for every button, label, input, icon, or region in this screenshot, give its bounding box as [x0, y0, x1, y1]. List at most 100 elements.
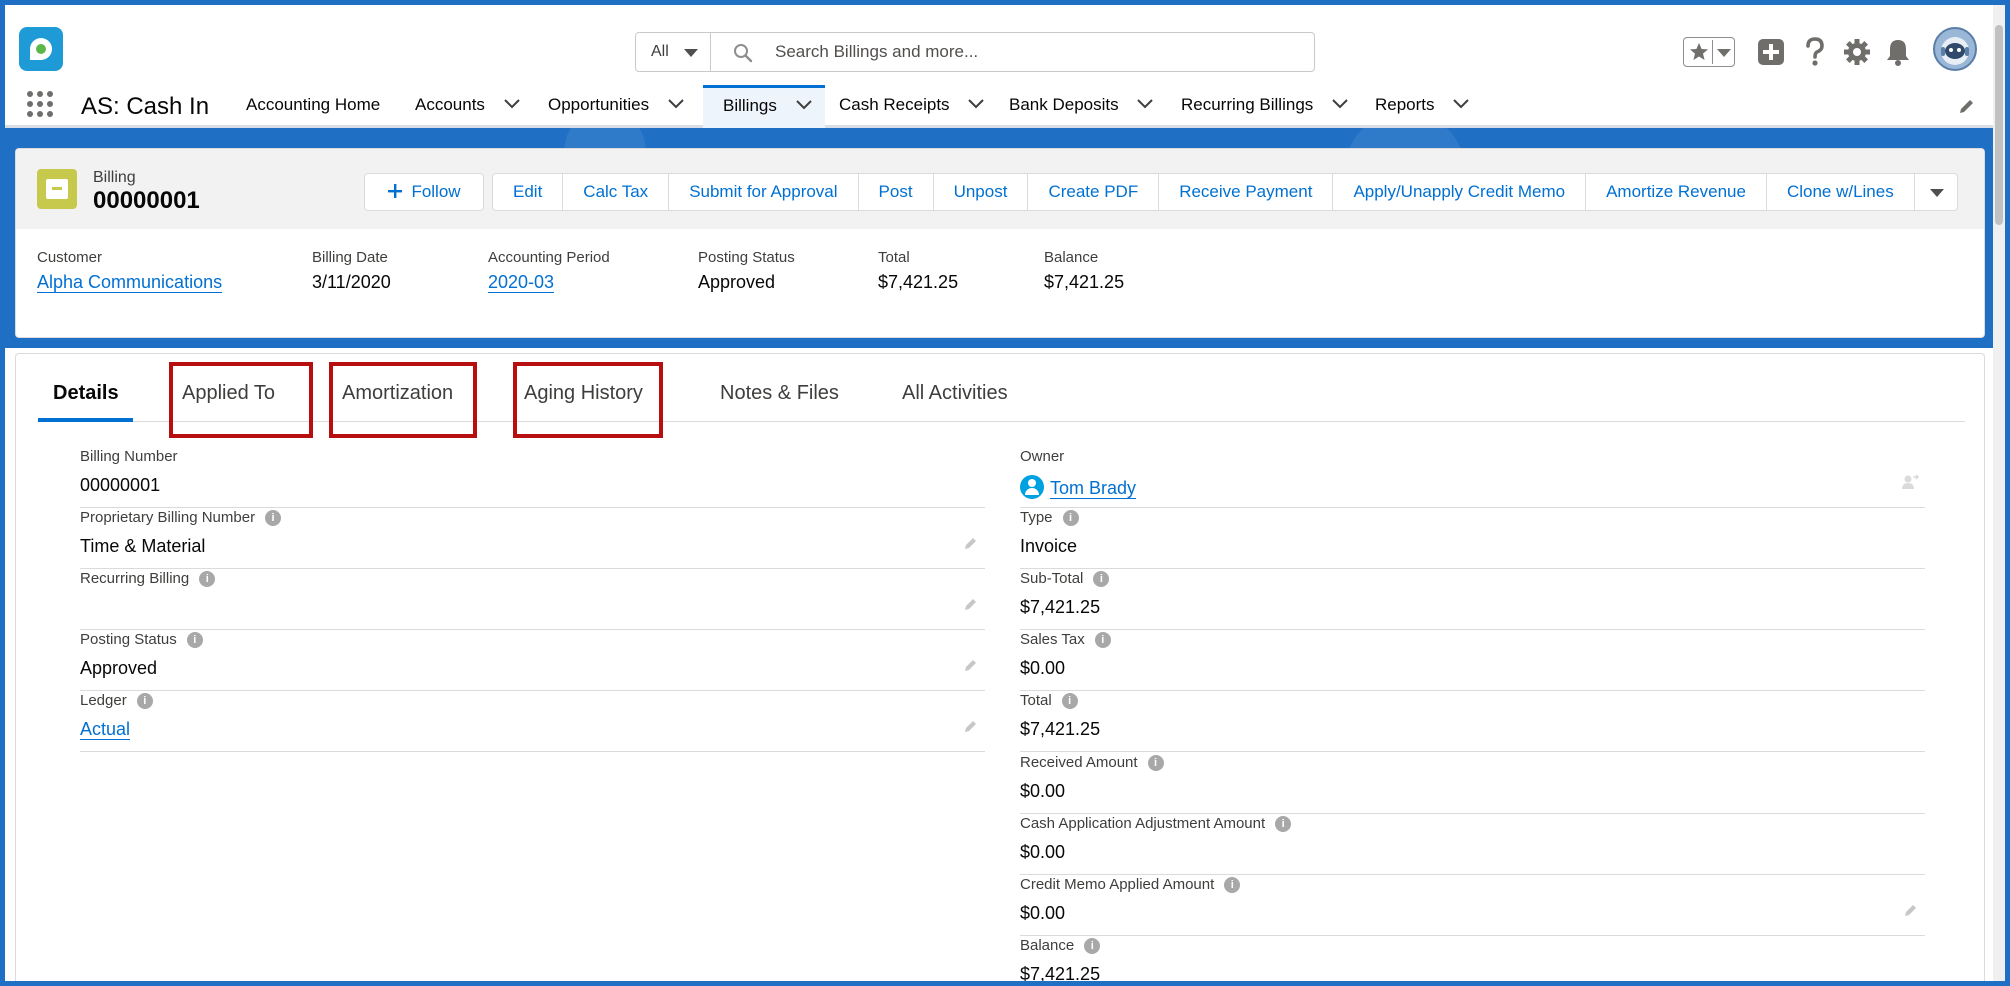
caret-down-icon[interactable] [1717, 49, 1731, 59]
chevron-down-icon[interactable] [668, 98, 684, 109]
highlight-label: Billing Date [312, 249, 388, 266]
help-icon[interactable] [1803, 37, 1827, 67]
receive-payment-button[interactable]: Receive Payment [1159, 174, 1334, 210]
create-pdf-button[interactable]: Create PDF [1028, 174, 1160, 210]
amortize-revenue-button[interactable]: Amortize Revenue [1586, 174, 1767, 210]
field-billing-number: Billing Number 00000001 [80, 448, 985, 508]
field-value: $7,421.25 [1020, 597, 1101, 617]
nav-item-label: Billings [723, 96, 777, 115]
highlight-balance: Balance $7,421.25 [1044, 249, 1124, 293]
favorites-button[interactable] [1683, 37, 1735, 67]
nav-item-accounting-home[interactable]: Accounting Home [246, 85, 380, 128]
user-icon [1020, 475, 1044, 499]
highlight-total: Total $7,421.25 [878, 249, 958, 293]
action-button-group: Edit Calc Tax Submit for Approval Post U… [492, 173, 1958, 211]
info-icon[interactable]: i [1062, 510, 1079, 526]
info-icon[interactable]: i [1061, 693, 1078, 709]
chevron-down-icon[interactable] [1137, 98, 1154, 109]
page-scrollbar[interactable] [1993, 5, 2005, 981]
app-launcher-icon[interactable] [27, 91, 57, 121]
user-avatar[interactable] [1933, 27, 1977, 71]
search-box[interactable] [710, 32, 1315, 72]
tab-details[interactable]: Details [53, 382, 119, 405]
nav-item-accounts[interactable]: Accounts [415, 85, 520, 128]
bell-icon[interactable] [1885, 38, 1911, 66]
record-header-top: Billing 00000001 Follow Edit Calc Tax Su… [16, 149, 1984, 229]
info-icon[interactable]: i [136, 693, 153, 709]
info-icon[interactable]: i [265, 510, 282, 526]
pencil-icon[interactable] [1903, 902, 1919, 918]
tab-notes-and-files[interactable]: Notes & Files [720, 382, 839, 405]
info-icon[interactable]: i [199, 571, 216, 587]
gear-icon[interactable] [1843, 38, 1871, 66]
pencil-icon[interactable] [963, 657, 979, 673]
customer-link[interactable]: Alpha Communications [37, 272, 223, 293]
nav-item-reports[interactable]: Reports [1375, 85, 1469, 128]
nav-item-cash-receipts[interactable]: Cash Receipts [839, 85, 985, 128]
info-icon[interactable]: i [1275, 816, 1292, 832]
app-window: All Search Billings and more... AS: Cash… [0, 0, 2010, 986]
field-proprietary-billing-number: Proprietary Billing Number i Time & Mater… [80, 509, 985, 569]
follow-button[interactable]: Follow [364, 173, 484, 211]
highlight-label: Posting Status [698, 249, 795, 266]
field-posting-status: Posting Status i Approved [80, 631, 985, 691]
submit-for-approval-button[interactable]: Submit for Approval [669, 174, 859, 210]
ledger-link[interactable]: Actual [80, 719, 131, 740]
edit-button[interactable]: Edit [493, 174, 564, 210]
highlight-box-applied-to [169, 362, 313, 438]
nav-item-billings[interactable]: Billings [703, 85, 825, 128]
nav-item-bank-deposits[interactable]: Bank Deposits [1009, 85, 1154, 128]
highlight-label: Balance [1044, 249, 1099, 266]
info-icon[interactable]: i [1094, 632, 1111, 648]
info-icon[interactable]: i [1093, 571, 1110, 587]
highlight-label: Total [878, 249, 910, 266]
highlight-value: $7,421.25 [1044, 272, 1125, 292]
search-scope-label: All [651, 43, 669, 60]
info-icon[interactable]: i [186, 632, 203, 648]
accounting-period-link[interactable]: 2020-03 [488, 272, 555, 293]
post-button[interactable]: Post [859, 174, 934, 210]
nav-item-recurring-billings[interactable]: Recurring Billings [1181, 85, 1348, 128]
app-logo-icon[interactable] [19, 27, 63, 71]
search-input[interactable] [775, 33, 1295, 71]
pencil-icon[interactable] [963, 596, 979, 612]
chevron-down-icon[interactable] [968, 98, 985, 109]
apply-unapply-credit-memo-button[interactable]: Apply/Unapply Credit Memo [1333, 174, 1587, 210]
chevron-down-icon[interactable] [795, 99, 812, 110]
chevron-down-icon[interactable] [503, 98, 520, 109]
nav-item-opportunities[interactable]: Opportunities [548, 85, 684, 128]
field-label: Posting Status [80, 631, 177, 648]
caret-down-icon [684, 49, 698, 57]
field-label: Type [1020, 509, 1053, 526]
field-ledger: Ledger i Actual [80, 692, 985, 752]
clone-with-lines-button[interactable]: Clone w/Lines [1767, 174, 1915, 210]
info-icon[interactable]: i [1224, 877, 1241, 893]
field-value: $0.00 [1020, 658, 1066, 678]
info-icon[interactable]: i [1084, 938, 1101, 954]
calc-tax-button[interactable]: Calc Tax [563, 174, 670, 210]
owner-link[interactable]: Tom Brady [1050, 478, 1137, 499]
unpost-button[interactable]: Unpost [934, 174, 1029, 210]
app-name: AS: Cash In [81, 93, 210, 120]
add-icon[interactable] [1757, 38, 1785, 66]
highlight-value: Approved [698, 272, 776, 292]
info-icon[interactable]: i [1147, 755, 1164, 771]
more-actions-button[interactable] [1915, 174, 1957, 210]
scrollbar-thumb[interactable] [1995, 25, 2003, 225]
pencil-icon[interactable] [963, 535, 979, 551]
field-value: Invoice [1020, 536, 1078, 556]
search-scope-dropdown[interactable]: All [635, 32, 711, 72]
chevron-down-icon[interactable] [1453, 98, 1469, 109]
highlight-label: Accounting Period [488, 249, 610, 266]
tab-all-activities[interactable]: All Activities [902, 382, 1008, 405]
field-credit-memo-applied-amount: Credit Memo Applied Amount i $0.00 [1020, 876, 1925, 936]
pencil-icon[interactable] [963, 718, 979, 734]
field-value: 00000001 [80, 475, 161, 495]
change-owner-icon[interactable] [1901, 474, 1919, 490]
chevron-down-icon[interactable] [1332, 98, 1348, 109]
highlight-value: $7,421.25 [878, 272, 959, 292]
pencil-icon[interactable] [1958, 97, 1976, 115]
highlight-posting-status: Posting Status Approved [698, 249, 795, 293]
field-value: Approved [80, 658, 158, 678]
field-value: $7,421.25 [1020, 964, 1101, 984]
